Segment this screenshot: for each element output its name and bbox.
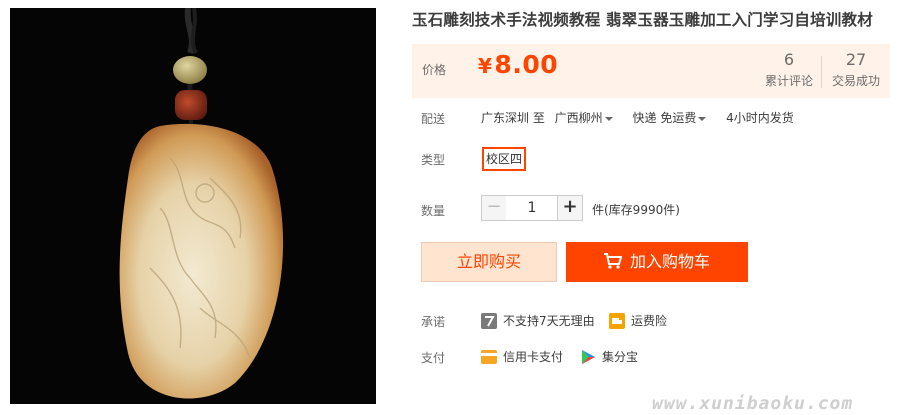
watermark: www.xunibaoku.com (652, 393, 854, 414)
chevron-down-icon (698, 116, 707, 121)
payment-item-label: 信用卡支付 (503, 350, 564, 364)
quantity-decrease-button[interactable]: − (481, 195, 507, 221)
price-panel: 价格 ¥8.00 6 累计评论 27 交易成功 (412, 44, 890, 98)
cart-icon (603, 253, 622, 269)
ship-method-select[interactable]: 快递 免运费 (633, 111, 717, 125)
payment-label: 支付 (421, 351, 446, 365)
reviews-label: 累计评论 (764, 74, 813, 88)
reviews-stat[interactable]: 6 累计评论 (759, 50, 819, 89)
add-to-cart-label: 加入购物车 (629, 252, 710, 271)
add-to-cart-button[interactable]: 加入购物车 (566, 242, 748, 282)
no-7day-return[interactable]: 不支持7天无理由 (481, 312, 595, 329)
shipping-info: 广东深圳 至 广西柳州 快递 免运费 4小时内发货 (481, 109, 800, 126)
shipping-label: 配送 (421, 112, 446, 126)
ship-to: 广西柳州 (554, 111, 603, 125)
promise-item-label: 运费险 (631, 314, 668, 328)
quantity-increase-button[interactable]: + (557, 195, 583, 221)
price-value: ¥8.00 (478, 50, 558, 79)
payment-item-label: 集分宝 (602, 350, 639, 364)
jifenbao-icon (582, 349, 595, 364)
quantity-input[interactable]: 1 (506, 195, 558, 221)
sku-label: 类型 (421, 153, 446, 167)
jifenbao-pay[interactable]: 集分宝 (580, 348, 638, 365)
credit-card-icon (481, 349, 497, 364)
stock-info: 件(库存9990件) (592, 203, 680, 217)
seven-day-icon (481, 312, 497, 329)
jade-pendant-image (119, 8, 284, 399)
trades-label: 交易成功 (831, 74, 880, 88)
ship-to-select[interactable]: 广西柳州 (555, 111, 623, 125)
price-label: 价格 (422, 63, 447, 77)
trades-count: 27 (845, 50, 867, 69)
dispatch-time: 4小时内发货 (726, 111, 794, 125)
trades-stat: 27 交易成功 (826, 50, 886, 89)
credit-card-pay[interactable]: 信用卡支付 (481, 348, 563, 365)
currency-symbol: ¥ (478, 54, 493, 78)
stat-divider (821, 56, 822, 88)
shipping-insurance[interactable]: 运费险 (609, 312, 667, 329)
insurance-icon (609, 312, 625, 329)
sku-option-selected[interactable]: 校区四 (482, 147, 526, 171)
buy-now-button[interactable]: 立即购买 (421, 242, 557, 282)
promise-label: 承诺 (421, 315, 446, 329)
product-image[interactable] (10, 8, 376, 404)
ship-method: 快递 免运费 (632, 111, 697, 125)
chevron-down-icon (604, 116, 613, 121)
ship-from: 广东深圳 至 (481, 111, 545, 125)
price-amount: 8.00 (494, 50, 559, 79)
quantity-label: 数量 (421, 204, 446, 218)
product-title: 玉石雕刻技术手法视频教程 翡翠玉器玉雕加工入门学习自培训教材 (412, 11, 873, 29)
promise-item-label: 不支持7天无理由 (503, 314, 595, 328)
reviews-count: 6 (783, 50, 795, 69)
